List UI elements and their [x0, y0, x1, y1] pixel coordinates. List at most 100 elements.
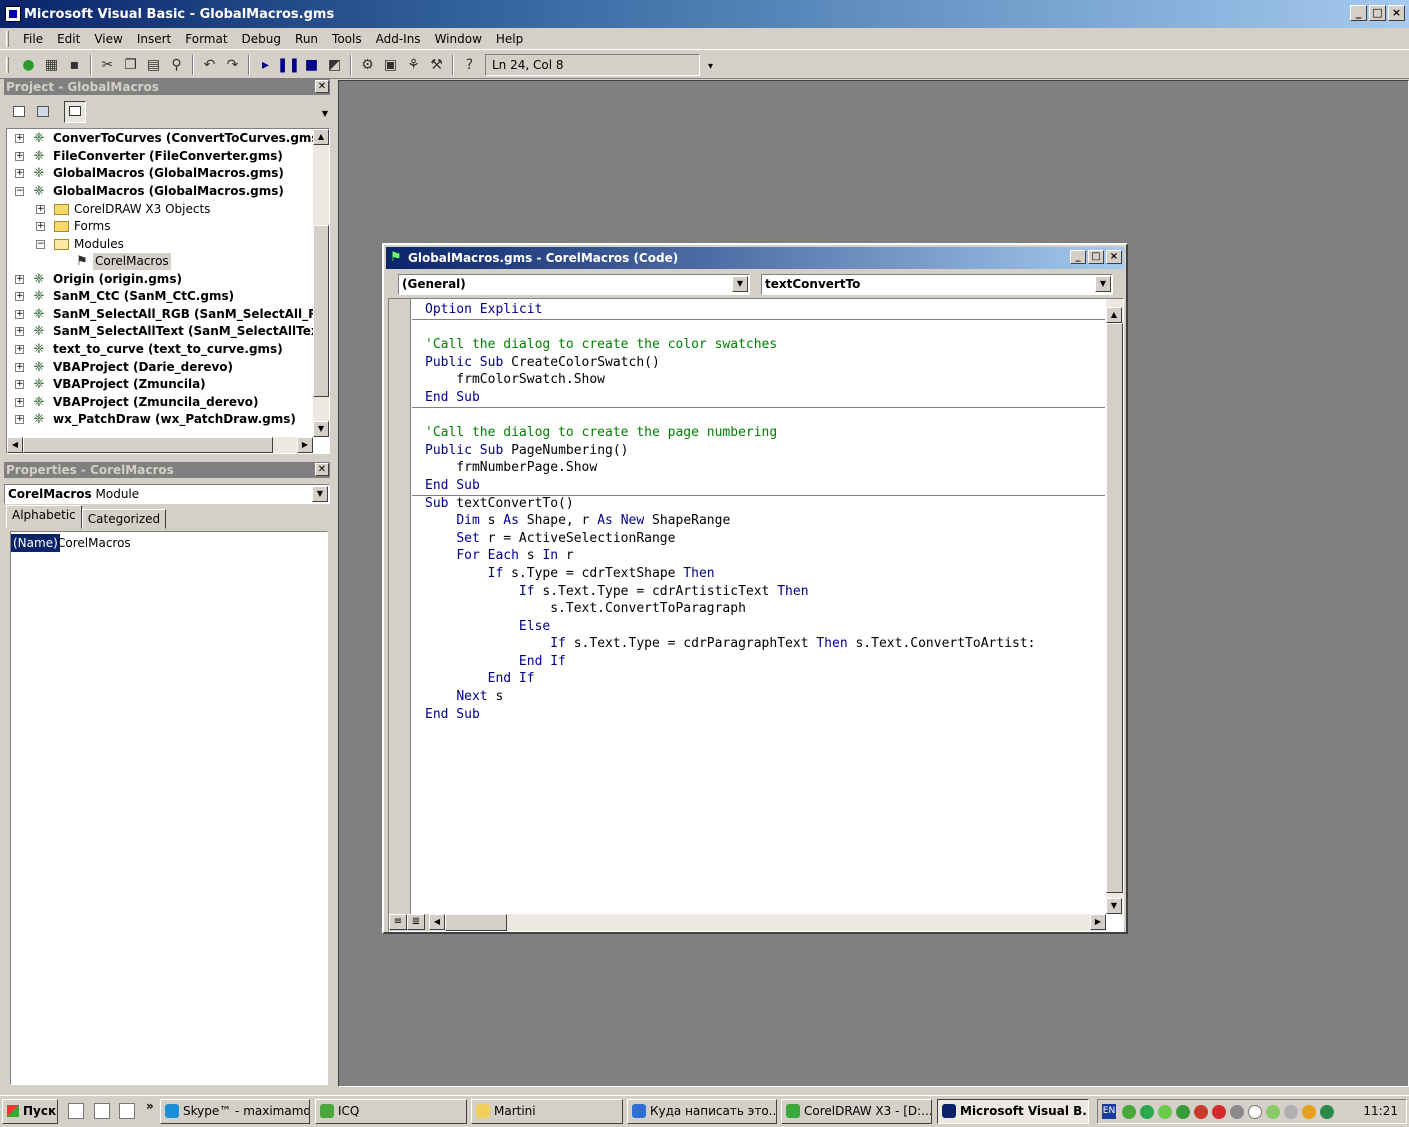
menu-edit[interactable]: Edit	[51, 30, 88, 48]
expand-icon[interactable]: +	[36, 205, 45, 214]
tree-item[interactable]: + ❈ SanM_SelectAllText (SanM_SelectAllTe…	[7, 323, 313, 340]
editor-horizontal-scrollbar[interactable]: ◀ ▶	[429, 914, 1106, 931]
procedure-combo[interactable]: textConvertTo ▼	[761, 274, 1113, 295]
object-combo[interactable]: (General) ▼	[398, 274, 750, 295]
code-line[interactable]	[425, 407, 1105, 425]
collapse-icon[interactable]: −	[15, 187, 24, 196]
code-line[interactable]: If s.Text.Type = cdrArtisticText Then	[425, 583, 1105, 601]
margin-indicator-bar[interactable]	[389, 299, 411, 914]
expand-icon[interactable]: +	[15, 292, 24, 301]
code-line[interactable]	[425, 319, 1105, 337]
code-line[interactable]: End Sub	[425, 389, 1105, 407]
minimize-button[interactable]: _	[1070, 250, 1086, 264]
code-line[interactable]: Next s	[425, 688, 1105, 706]
task-skype[interactable]: Skype™ - maximamd	[160, 1099, 310, 1124]
scroll-thumb[interactable]	[313, 225, 329, 397]
tree-item[interactable]: + ❈ VBAProject (Zmuncila)	[7, 376, 313, 393]
scroll-right-button[interactable]: ▶	[1090, 914, 1106, 930]
code-line[interactable]: 'Call the dialog to create the page numb…	[425, 424, 1105, 442]
tree-item[interactable]: + ❈ SanM_CtC (SanM_CtC.gms)	[7, 288, 313, 305]
word-icon[interactable]	[68, 1103, 84, 1119]
tree-item[interactable]: + ❈ text_to_curve (text_to_curve.gms)	[7, 341, 313, 358]
procedure-view-icon[interactable]: ≡	[389, 914, 407, 930]
reset-icon[interactable]: ■	[300, 54, 323, 76]
code-line[interactable]: If s.Text.Type = cdrParagraphText Then s…	[425, 635, 1105, 653]
scroll-down-button[interactable]: ▼	[1106, 898, 1122, 914]
menu-window[interactable]: Window	[429, 30, 490, 48]
expand-icon[interactable]: +	[15, 275, 24, 284]
code-line[interactable]: frmNumberPage.Show	[425, 459, 1105, 477]
expand-icon[interactable]: +	[15, 415, 24, 424]
save-icon[interactable]: ▪	[63, 54, 86, 76]
tree-item[interactable]: − ❈ GlobalMacros (GlobalMacros.gms)	[7, 183, 313, 200]
code-line[interactable]: For Each s In r	[425, 547, 1105, 565]
task-visual-basic[interactable]: Microsoft Visual B...	[937, 1099, 1089, 1124]
expand-icon[interactable]: +	[15, 169, 24, 178]
menu-tools[interactable]: Tools	[326, 30, 370, 48]
expand-icon[interactable]: +	[15, 152, 24, 161]
code-line[interactable]: Public Sub CreateColorSwatch()	[425, 354, 1105, 372]
editor-vertical-scrollbar[interactable]: ▲ ▼	[1106, 299, 1123, 914]
find-icon[interactable]: ⚲	[165, 54, 188, 76]
menu-addins[interactable]: Add-Ins	[370, 30, 429, 48]
code-window-titlebar[interactable]: ⚑ GlobalMacros.gms - CorelMacros (Code) …	[386, 247, 1124, 269]
property-value[interactable]: CorelMacros	[57, 534, 131, 552]
scroll-right-button[interactable]: ▶	[297, 437, 313, 453]
tray-app-icon[interactable]	[1176, 1105, 1190, 1119]
task-martini[interactable]: Martini	[471, 1099, 623, 1124]
project-close-button[interactable]: ✕	[315, 80, 329, 93]
expand-icon[interactable]: +	[15, 345, 24, 354]
network-icon[interactable]	[119, 1103, 135, 1119]
code-text[interactable]: Option Explicit 'Call the dialog to creat…	[425, 301, 1105, 913]
tree-item[interactable]: − Modules	[7, 236, 313, 253]
copy-icon[interactable]: ❐	[119, 54, 142, 76]
maximize-button[interactable]: □	[1369, 5, 1386, 21]
tree-item[interactable]: + ❈ ConverToCurves (ConvertToCurves.gms)	[7, 130, 313, 147]
tray-app-icon[interactable]	[1140, 1105, 1154, 1119]
scroll-thumb[interactable]	[445, 914, 507, 931]
full-module-view-icon[interactable]: ≣	[407, 914, 425, 930]
scroll-up-button[interactable]: ▲	[1106, 307, 1122, 323]
scroll-left-button[interactable]: ◀	[429, 914, 445, 930]
code-line[interactable]: End Sub	[425, 477, 1105, 495]
tree-item[interactable]: + ❈ SanM_SelectAll_RGB (SanM_SelectAll_R…	[7, 306, 313, 323]
task-browser[interactable]: Куда написать это...	[627, 1099, 777, 1124]
redo-icon[interactable]: ↷	[221, 54, 244, 76]
tray-app-icon[interactable]	[1248, 1105, 1262, 1119]
scroll-thumb[interactable]	[1106, 323, 1123, 893]
scroll-down-button[interactable]: ▼	[313, 421, 329, 437]
expand-icon[interactable]: +	[36, 222, 45, 231]
properties-window-icon[interactable]: ▣	[379, 54, 402, 76]
object-selector[interactable]: CorelMacros Module ▼	[4, 484, 330, 504]
tree-item[interactable]: + ❈ wx_PatchDraw (wx_PatchDraw.gms)	[7, 411, 313, 428]
minimize-button[interactable]: _	[1350, 5, 1367, 21]
expand-icon[interactable]: +	[15, 327, 24, 336]
tree-item[interactable]: + ❈ VBAProject (Darie_derevo)	[7, 359, 313, 376]
code-line[interactable]: Set r = ActiveSelectionRange	[425, 530, 1105, 548]
tree-item[interactable]: + ❈ VBAProject (Zmuncila_derevo)	[7, 394, 313, 411]
tray-app-icon[interactable]	[1194, 1105, 1208, 1119]
tree-vertical-scrollbar[interactable]: ▲ ▼	[313, 129, 329, 437]
language-indicator[interactable]: EN	[1102, 1104, 1116, 1119]
code-line[interactable]: Public Sub PageNumbering()	[425, 442, 1105, 460]
tray-app-icon[interactable]	[1320, 1105, 1334, 1119]
expand-icon[interactable]: +	[15, 398, 24, 407]
toolbox-icon[interactable]: ⚒	[425, 54, 448, 76]
tree-item[interactable]: + ❈ Origin (origin.gms)	[7, 271, 313, 288]
chevron-down-icon[interactable]: ▼	[322, 109, 328, 118]
calculator-icon[interactable]	[94, 1103, 110, 1119]
code-line[interactable]: Dim s As Shape, r As New ShapeRange	[425, 512, 1105, 530]
tray-app-icon[interactable]	[1158, 1105, 1172, 1119]
code-line[interactable]: Else	[425, 618, 1105, 636]
vba-app-icon[interactable]	[5, 6, 21, 22]
tab-categorized[interactable]: Categorized	[81, 509, 167, 529]
chevron-down-icon[interactable]: ▼	[1095, 276, 1111, 292]
insert-module-icon[interactable]: ▦	[40, 54, 63, 76]
help-icon[interactable]: ?	[458, 54, 481, 76]
expand-icon[interactable]: +	[15, 134, 24, 143]
code-line[interactable]: Sub textConvertTo()	[425, 495, 1105, 513]
tree-item[interactable]: + ❈ GlobalMacros (GlobalMacros.gms)	[7, 165, 313, 182]
tree-horizontal-scrollbar[interactable]: ◀ ▶	[7, 437, 313, 453]
tree-item-selected[interactable]: ⚑ CorelMacros	[7, 253, 313, 270]
maximize-button[interactable]: □	[1088, 250, 1104, 264]
